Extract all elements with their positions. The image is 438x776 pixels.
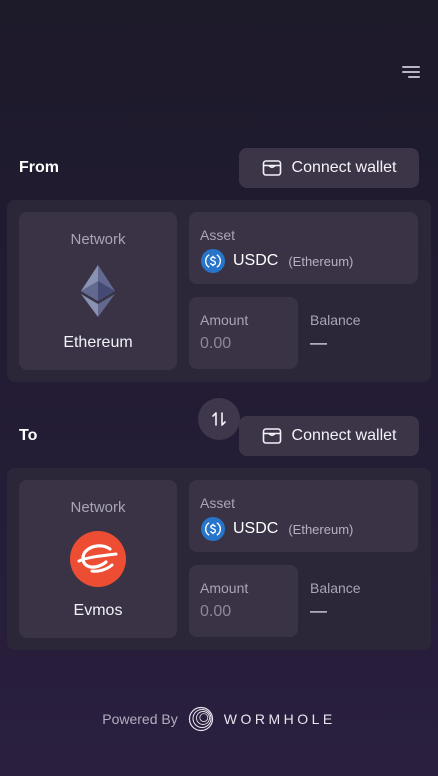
swap-direction-button[interactable] [198, 398, 240, 440]
footer: Powered By WORMHOLE [0, 706, 438, 732]
to-amount-field: Amount [189, 565, 298, 637]
usdc-icon [201, 249, 225, 273]
from-amount-input[interactable] [200, 335, 290, 353]
asset-symbol: USDC [233, 252, 279, 269]
network-name: Ethereum [63, 334, 133, 351]
to-panel: Network Evmos Asset USDC (Ethereum) Amou… [7, 468, 431, 650]
from-asset-selector[interactable]: Asset USDC (Ethereum) [189, 212, 418, 284]
usdc-icon [201, 517, 225, 541]
network-name: Evmos [73, 602, 123, 619]
asset-label: Asset [200, 227, 236, 243]
asset-symbol: USDC [233, 520, 279, 537]
from-label: From [19, 159, 59, 176]
menu-icon-line [402, 66, 420, 68]
balance-value: — [310, 333, 327, 352]
connect-wallet-label: Connect wallet [291, 427, 397, 444]
amount-label: Amount [200, 312, 249, 328]
from-amount-field: Amount [189, 297, 298, 369]
network-label: Network [70, 499, 126, 516]
from-network-selector[interactable]: Network Ethereum [19, 212, 177, 370]
asset-label: Asset [200, 495, 236, 511]
menu-icon-line [402, 71, 420, 73]
to-network-selector[interactable]: Network Evmos [19, 480, 177, 638]
ethereum-logo-icon [81, 265, 115, 317]
wallet-icon [262, 428, 281, 444]
menu-button[interactable] [398, 64, 424, 82]
wallet-icon [262, 160, 281, 176]
to-label: To [19, 427, 38, 444]
asset-chain: (Ethereum) [288, 521, 354, 537]
to-balance: Balance — [310, 565, 420, 637]
wormhole-logo-icon [188, 706, 213, 732]
evmos-logo-icon [70, 531, 126, 587]
powered-by-text: Powered By [102, 711, 178, 727]
from-balance: Balance — [310, 297, 420, 369]
to-asset-selector[interactable]: Asset USDC (Ethereum) [189, 480, 418, 552]
connect-wallet-label: Connect wallet [291, 159, 397, 176]
balance-value: — [310, 601, 327, 620]
menu-icon-line [408, 76, 420, 78]
to-connect-wallet-button[interactable]: Connect wallet [239, 416, 419, 456]
from-panel: Network Ethereum Asset USDC (Ethereum) A… [7, 200, 431, 382]
balance-label: Balance [310, 580, 361, 596]
wormhole-brand-text: WORMHOLE [223, 711, 336, 727]
from-connect-wallet-button[interactable]: Connect wallet [239, 148, 419, 188]
asset-chain: (Ethereum) [288, 253, 354, 269]
amount-label: Amount [200, 580, 249, 596]
balance-label: Balance [310, 312, 361, 328]
swap-vertical-icon [212, 412, 226, 426]
network-label: Network [70, 231, 126, 248]
to-amount-input[interactable] [200, 603, 290, 621]
